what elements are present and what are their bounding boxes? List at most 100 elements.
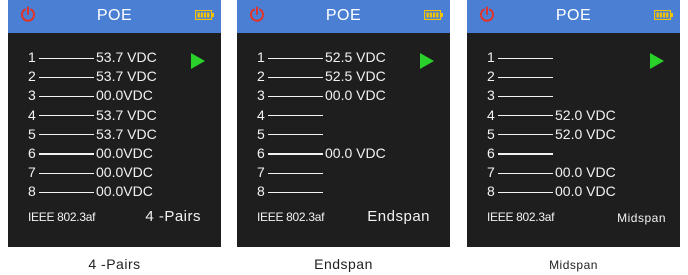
pin-voltage: 00.0VDC xyxy=(96,144,153,161)
panel-caption: 4 -Pairs xyxy=(88,256,141,272)
mode-label: Endspan xyxy=(367,208,430,225)
pin-voltage: 00.0 VDC xyxy=(325,87,386,104)
wire-line xyxy=(498,153,553,155)
pin-number: 2 xyxy=(487,68,495,85)
wire-line xyxy=(39,191,94,193)
pin-voltage: 52.0 VDC xyxy=(555,106,616,123)
wire-line xyxy=(39,134,94,136)
wire-line xyxy=(268,57,323,59)
pin-voltage: 00.0VDC xyxy=(96,164,153,181)
pin-row-5: 5 xyxy=(237,125,450,144)
pin-row-7: 7 00.0 VDC xyxy=(467,163,680,182)
wire-line xyxy=(268,76,323,78)
pin-voltage: 00.0 VDC xyxy=(555,183,616,200)
standard-label: IEEE 802.3af xyxy=(28,210,96,224)
pin-number: 7 xyxy=(257,164,265,181)
wire-line xyxy=(268,153,323,155)
pin-voltage: 53.7 VDC xyxy=(96,125,157,142)
pin-number: 2 xyxy=(257,68,265,85)
pin-row-8: 8 00.0VDC xyxy=(8,182,221,201)
pin-row-2: 2 53.7 VDC xyxy=(8,67,221,86)
pin-row-5: 5 52.0 VDC xyxy=(467,125,680,144)
pin-row-6: 6 xyxy=(467,144,680,163)
pin-number: 4 xyxy=(28,106,36,123)
wire-line xyxy=(498,95,553,98)
pin-row-1: 1 52.5 VDC xyxy=(237,48,450,67)
wire-line xyxy=(498,191,553,193)
pin-number: 4 xyxy=(487,106,495,123)
pin-row-3: 3 xyxy=(467,86,680,105)
pin-number: 1 xyxy=(28,49,36,65)
pin-row-7: 7 00.0VDC xyxy=(8,163,221,182)
pin-row-4: 4 52.0 VDC xyxy=(467,106,680,125)
panel-caption: Endspan xyxy=(314,256,373,272)
wire-line xyxy=(268,95,323,98)
pin-voltage: 00.0VDC xyxy=(96,87,153,104)
pin-row-1: 1 xyxy=(467,48,680,67)
pin-number: 3 xyxy=(28,87,36,104)
wire-line xyxy=(268,191,323,193)
pin-row-3: 3 00.0VDC xyxy=(8,86,221,105)
wire-line xyxy=(498,76,553,78)
pin-number: 4 xyxy=(257,106,265,123)
pin-row-3: 3 00.0 VDC xyxy=(237,86,450,105)
wire-line xyxy=(498,172,553,174)
pin-row-6: 6 00.0VDC xyxy=(8,144,221,163)
wire-line xyxy=(39,115,94,117)
wire-line xyxy=(498,115,553,117)
pin-number: 7 xyxy=(28,164,36,181)
pin-number: 8 xyxy=(257,183,265,200)
standard-label: IEEE 802.3af xyxy=(257,210,325,224)
battery-icon xyxy=(654,10,673,20)
wire-line xyxy=(39,172,94,174)
pin-number: 5 xyxy=(487,125,495,142)
pin-number: 6 xyxy=(487,144,495,161)
battery-icon xyxy=(195,10,214,20)
pin-voltage: 00.0 VDC xyxy=(325,144,386,161)
header-title: POE xyxy=(96,7,133,24)
wire-line xyxy=(268,172,323,174)
pin-row-8: 8 xyxy=(237,182,450,201)
pin-row-6: 6 00.0 VDC xyxy=(237,144,450,163)
wire-line xyxy=(498,134,553,136)
poe-screen-midspan: POE 1 2 3 4 52.0 VDC 5 52.0 VDC 6 7 00.0 VD… xyxy=(467,0,680,247)
pin-number: 1 xyxy=(487,49,495,65)
pin-voltage: 00.0 VDC xyxy=(555,164,616,181)
pin-number: 3 xyxy=(487,87,495,104)
poe-screen-4-pairs: POE 1 53.7 VDC 2 53.7 VDC 3 00.0VDC 4 53.7 V… xyxy=(8,0,221,247)
pin-list: 1 53.7 VDC 2 53.7 VDC 3 00.0VDC 4 53.7 VDC 5… xyxy=(8,48,221,202)
header-title: POE xyxy=(325,7,362,24)
panel-caption: Midspan xyxy=(549,258,598,272)
mode-label: Midspan xyxy=(617,211,666,225)
pin-number: 7 xyxy=(487,164,495,181)
wire-line xyxy=(39,57,94,59)
pin-voltage: 52.5 VDC xyxy=(325,49,386,65)
standard-label: IEEE 802.3af xyxy=(487,210,555,224)
wire-line xyxy=(268,134,323,136)
pin-row-2: 2 52.5 VDC xyxy=(237,67,450,86)
pin-voltage: 53.7 VDC xyxy=(96,68,157,85)
pin-number: 6 xyxy=(257,144,265,161)
wire-line xyxy=(268,115,323,117)
pin-number: 2 xyxy=(28,68,36,85)
pin-row-4: 4 xyxy=(237,106,450,125)
header-title: POE xyxy=(555,7,592,24)
wire-line xyxy=(498,57,553,59)
poe-screen-endspan: POE 1 52.5 VDC 2 52.5 VDC 3 00.0 VDC 4 5 6 0… xyxy=(237,0,450,247)
pin-number: 8 xyxy=(28,183,36,200)
pin-number: 8 xyxy=(487,183,495,200)
pin-number: 3 xyxy=(257,87,265,104)
pin-number: 5 xyxy=(28,125,36,142)
pin-number: 5 xyxy=(257,125,265,142)
wire-line xyxy=(39,153,94,155)
pin-voltage: 52.5 VDC xyxy=(325,68,386,85)
wire-line xyxy=(39,76,94,78)
pin-number: 1 xyxy=(257,49,265,65)
pin-list: 1 2 3 4 52.0 VDC 5 52.0 VDC 6 7 00.0 VDC 8 0… xyxy=(467,48,680,202)
pin-row-7: 7 xyxy=(237,163,450,182)
mode-label: 4 -Pairs xyxy=(145,208,201,225)
battery-icon xyxy=(424,10,443,20)
pin-row-1: 1 53.7 VDC xyxy=(8,48,221,67)
pin-row-4: 4 53.7 VDC xyxy=(8,106,221,125)
pin-row-8: 8 00.0 VDC xyxy=(467,182,680,201)
